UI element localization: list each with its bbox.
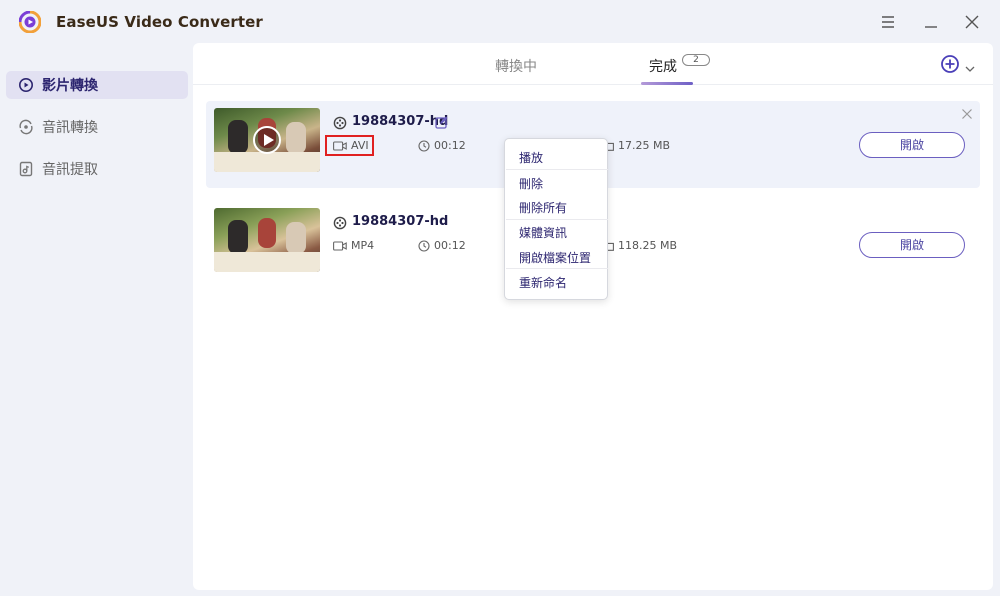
video-thumbnail: [214, 208, 320, 272]
duration-info: 00:12: [418, 139, 466, 152]
sidebar-item-label: 音訊提取: [42, 162, 98, 178]
minimize-button[interactable]: [921, 12, 941, 32]
sidebar-item-audio-convert[interactable]: 音訊轉換: [6, 113, 188, 141]
chevron-down-icon: [965, 66, 975, 72]
file-name: 19884307-hd: [352, 114, 449, 129]
close-icon: [965, 15, 979, 29]
audio-convert-icon: [18, 119, 34, 135]
sidebar-item-audio-extract[interactable]: 音訊提取: [6, 155, 188, 183]
title-bar: EaseUS Video Converter: [0, 0, 1000, 44]
menu-item-open-file-location[interactable]: 開啟檔案位置: [519, 249, 591, 266]
sidebar-item-label: 音訊轉換: [42, 120, 98, 136]
menu-item-media-info[interactable]: 媒體資訊: [519, 224, 567, 241]
clock-icon: [418, 139, 430, 152]
plus-circle-icon: [941, 55, 959, 73]
hamburger-icon: [882, 16, 894, 28]
app-title: EaseUS Video Converter: [56, 13, 263, 31]
sidebar-item-label: 影片轉換: [42, 78, 98, 94]
video-camera-icon: [333, 240, 347, 251]
file-format: MP4: [351, 239, 375, 252]
file-duration: 00:12: [434, 239, 466, 252]
minimize-icon: [925, 26, 937, 28]
main-panel: 轉換中 完成 2 19884307-hd AVI 00:12 17.25 MB …: [193, 43, 993, 590]
menu-button[interactable]: [878, 12, 898, 32]
close-icon[interactable]: [961, 108, 973, 120]
add-file-button[interactable]: [940, 54, 960, 74]
file-duration: 00:12: [434, 139, 466, 152]
menu-item-rename[interactable]: 重新命名: [519, 274, 567, 291]
menu-separator: [506, 169, 608, 170]
menu-separator: [506, 268, 608, 269]
open-button[interactable]: 開啟: [859, 232, 965, 258]
format-highlight-box: [325, 135, 374, 156]
tab-completed[interactable]: 完成: [649, 56, 677, 76]
edit-name-icon[interactable]: [435, 116, 448, 129]
play-icon[interactable]: [253, 126, 281, 154]
menu-separator: [506, 219, 608, 220]
active-tab-indicator: [641, 82, 693, 85]
file-size: 17.25 MB: [618, 139, 671, 152]
tab-converting[interactable]: 轉換中: [495, 56, 537, 76]
video-convert-icon: [18, 77, 34, 93]
menu-item-delete[interactable]: 刪除: [519, 175, 543, 192]
app-logo-icon: [18, 10, 42, 34]
video-thumbnail: [214, 108, 320, 172]
film-reel-icon: [333, 216, 347, 230]
size-info: 17.25 MB: [602, 139, 670, 152]
format-info: MP4: [333, 239, 374, 252]
audio-extract-icon: [18, 161, 34, 177]
sidebar-item-video-convert[interactable]: 影片轉換: [6, 71, 188, 99]
duration-info: 00:12: [418, 239, 466, 252]
context-menu: 播放 刪除 刪除所有 媒體資訊 開啟檔案位置 重新命名: [504, 138, 608, 300]
file-size: 118.25 MB: [618, 239, 678, 252]
file-name: 19884307-hd: [352, 214, 449, 229]
size-info: 118.25 MB: [602, 239, 677, 252]
tab-bar: 轉換中 完成 2: [193, 43, 993, 85]
open-button[interactable]: 開啟: [859, 132, 965, 158]
clock-icon: [418, 239, 430, 252]
menu-item-play[interactable]: 播放: [519, 149, 543, 166]
menu-item-delete-all[interactable]: 刪除所有: [519, 199, 567, 216]
film-reel-icon: [333, 116, 347, 130]
add-options-dropdown[interactable]: [965, 59, 975, 72]
close-window-button[interactable]: [962, 12, 982, 32]
completed-count-badge: 2: [682, 54, 710, 66]
